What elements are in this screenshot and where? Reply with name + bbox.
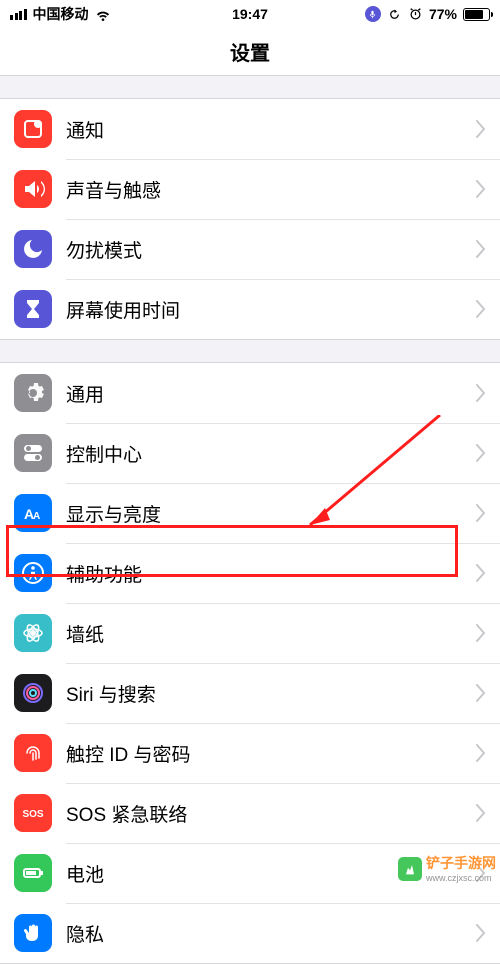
chevron-right-icon — [476, 684, 486, 702]
gear-icon — [14, 374, 52, 412]
row-label: 辅助功能 — [66, 560, 476, 587]
chevron-right-icon — [476, 444, 486, 462]
moon-icon — [14, 230, 52, 268]
chevron-right-icon — [476, 624, 486, 642]
settings-group-1: 通知 声音与触感 勿扰模式 屏幕使用时间 — [0, 98, 500, 340]
row-label: 通知 — [66, 116, 476, 143]
chevron-right-icon — [476, 180, 486, 198]
chevron-right-icon — [476, 564, 486, 582]
row-label: 隐私 — [66, 920, 476, 947]
svg-text:A: A — [33, 511, 40, 522]
orientation-lock-icon — [387, 7, 402, 22]
hourglass-icon — [14, 290, 52, 328]
row-label: Siri 与搜索 — [66, 680, 476, 707]
alarm-icon — [408, 7, 423, 22]
row-sounds[interactable]: 声音与触感 — [0, 159, 500, 219]
row-dnd[interactable]: 勿扰模式 — [0, 219, 500, 279]
chevron-right-icon — [476, 300, 486, 318]
chevron-right-icon — [476, 744, 486, 762]
row-label: 控制中心 — [66, 440, 476, 467]
flower-icon — [14, 614, 52, 652]
time-label: 19:47 — [232, 6, 268, 22]
watermark-logo-icon — [398, 857, 422, 881]
row-touchid[interactable]: 触控 ID 与密码 — [0, 723, 500, 783]
row-label: 声音与触感 — [66, 176, 476, 203]
row-privacy[interactable]: 隐私 — [0, 903, 500, 963]
row-siri[interactable]: Siri 与搜索 — [0, 663, 500, 723]
hand-icon — [14, 914, 52, 952]
chevron-right-icon — [476, 804, 486, 822]
row-general[interactable]: 通用 — [0, 363, 500, 423]
row-label: 墙纸 — [66, 620, 476, 647]
row-label: 勿扰模式 — [66, 236, 476, 263]
group-separator — [0, 76, 500, 98]
carrier-label: 中国移动 — [33, 4, 89, 24]
watermark: 铲子手游网 www.czjxsc.com — [398, 855, 496, 883]
sos-icon: SOS — [14, 794, 52, 832]
chevron-right-icon — [476, 120, 486, 138]
fingerprint-icon — [14, 734, 52, 772]
sounds-icon — [14, 170, 52, 208]
chevron-right-icon — [476, 384, 486, 402]
microphone-indicator-icon — [365, 6, 381, 22]
row-label: 通用 — [66, 380, 476, 407]
chevron-right-icon — [476, 240, 486, 258]
notifications-icon — [14, 110, 52, 148]
page-title: 设置 — [0, 28, 500, 76]
wifi-icon — [95, 6, 111, 22]
group-separator — [0, 340, 500, 362]
row-accessibility[interactable]: 辅助功能 — [0, 543, 500, 603]
accessibility-icon — [14, 554, 52, 592]
row-label: SOS 紧急联络 — [66, 800, 476, 827]
row-screentime[interactable]: 屏幕使用时间 — [0, 279, 500, 339]
row-notifications[interactable]: 通知 — [0, 99, 500, 159]
battery-percentage: 77% — [429, 6, 457, 22]
svg-text:SOS: SOS — [22, 809, 43, 820]
chevron-right-icon — [476, 924, 486, 942]
watermark-url: www.czjxsc.com — [426, 873, 496, 883]
row-control-center[interactable]: 控制中心 — [0, 423, 500, 483]
status-bar: 中国移动 19:47 77% — [0, 0, 500, 28]
siri-icon — [14, 674, 52, 712]
battery-icon — [463, 8, 490, 21]
row-label: 触控 ID 与密码 — [66, 740, 476, 767]
battery-icon — [14, 854, 52, 892]
row-label: 显示与亮度 — [66, 500, 476, 527]
switches-icon — [14, 434, 52, 472]
row-label: 屏幕使用时间 — [66, 296, 476, 323]
signal-bars-icon — [10, 9, 27, 20]
watermark-name: 铲子手游网 — [426, 855, 496, 871]
row-sos[interactable]: SOS SOS 紧急联络 — [0, 783, 500, 843]
row-wallpaper[interactable]: 墙纸 — [0, 603, 500, 663]
text-size-icon: AA — [14, 494, 52, 532]
chevron-right-icon — [476, 504, 486, 522]
row-display[interactable]: AA 显示与亮度 — [0, 483, 500, 543]
